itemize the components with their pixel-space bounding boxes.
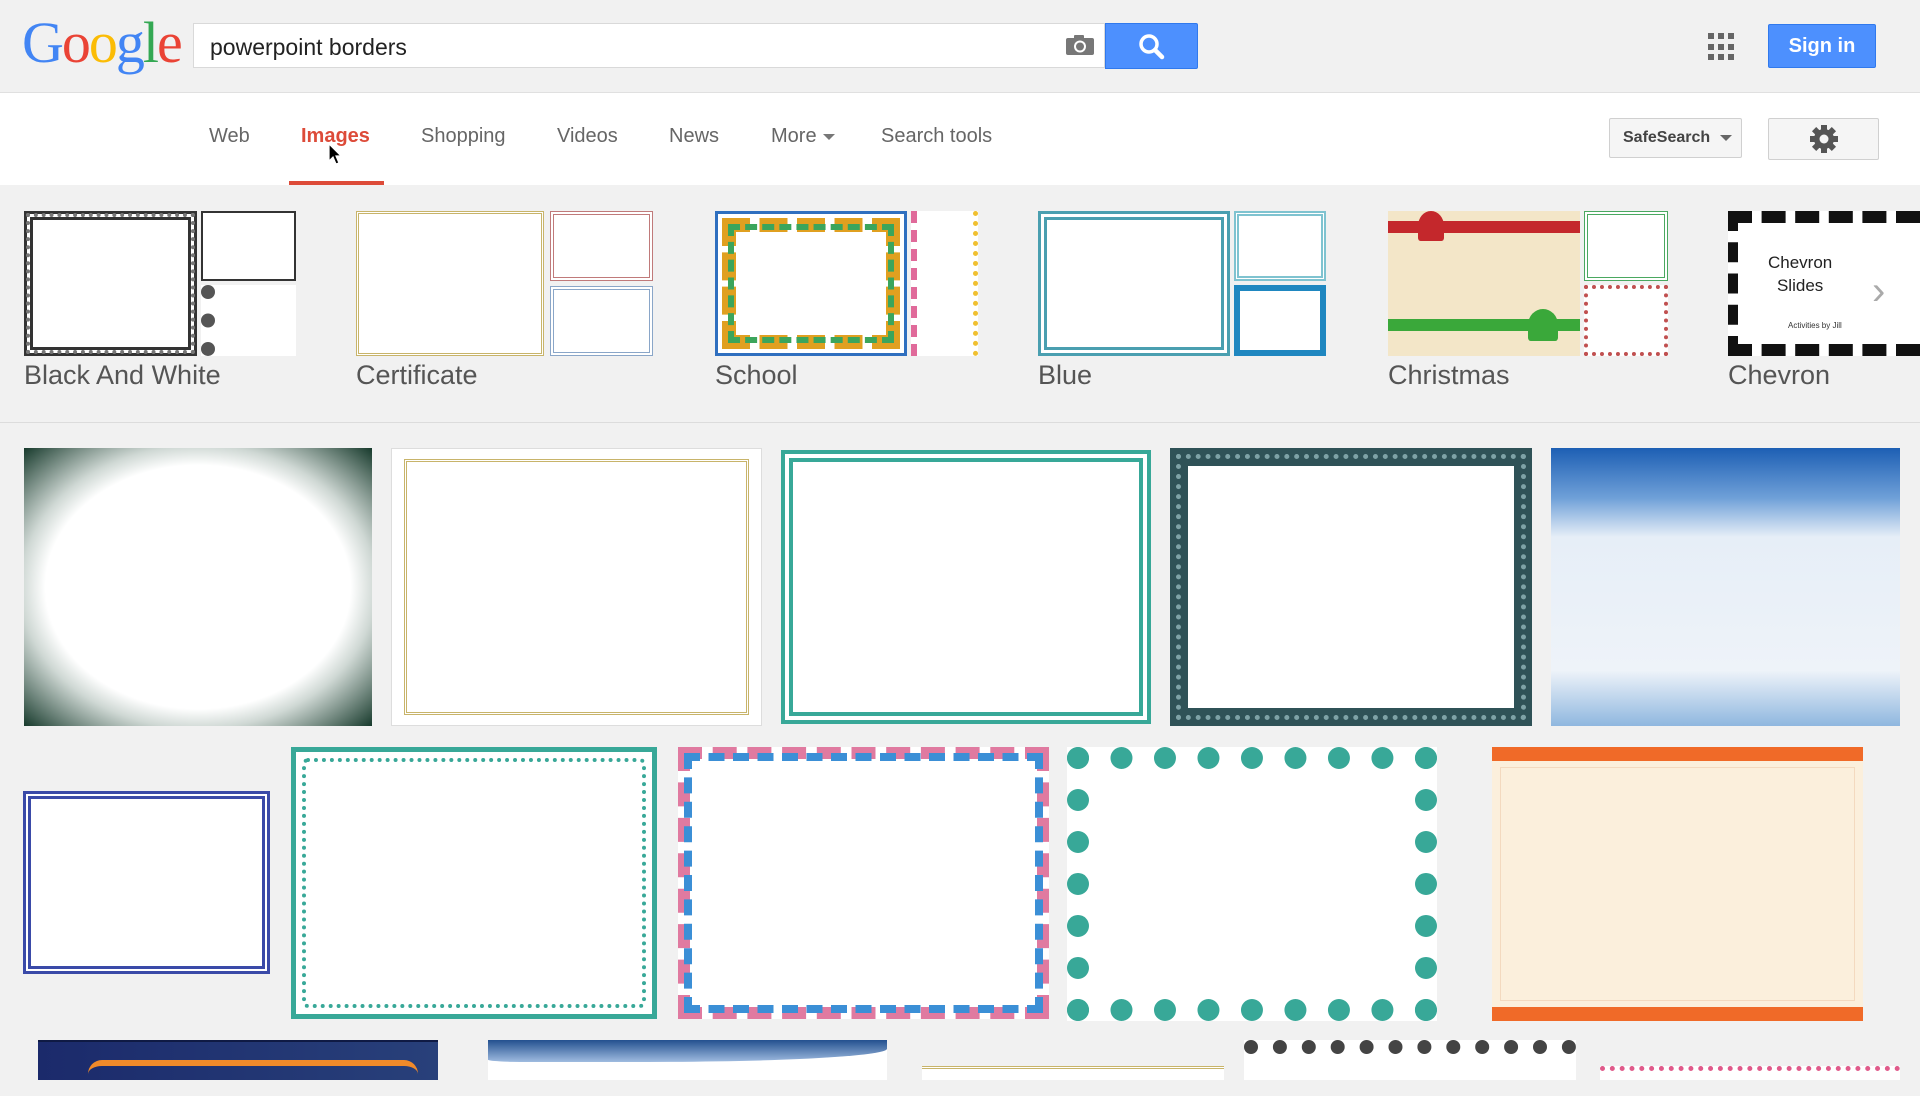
image-result[interactable] [922, 1066, 1224, 1080]
related-searches-strip: Black And White Certificate School Blue [0, 186, 1920, 423]
image-result[interactable] [24, 448, 372, 726]
image-result[interactable] [23, 791, 270, 974]
mouse-cursor-icon [328, 143, 343, 165]
image-result[interactable] [391, 448, 762, 726]
image-result[interactable] [488, 1040, 887, 1080]
sign-in-button[interactable]: Sign in [1768, 24, 1876, 68]
tab-more[interactable]: More [771, 125, 835, 148]
image-result[interactable] [678, 747, 1049, 1019]
chevron-thumb-title: Chevron [1768, 253, 1833, 272]
image-result[interactable] [1244, 1040, 1576, 1080]
active-tab-indicator [289, 181, 384, 185]
related-item-label: Chevron [1728, 360, 1831, 390]
search-box[interactable] [193, 23, 1105, 68]
chevron-down-icon [822, 133, 835, 140]
safesearch-button[interactable]: SafeSearch [1609, 118, 1742, 158]
chevron-thumb-caption: Activities by Jill [1788, 321, 1842, 330]
search-tabs-bar: Web Images Shopping Videos News More Sea… [0, 93, 1920, 185]
image-result[interactable] [291, 747, 657, 1019]
image-result[interactable] [1067, 747, 1437, 1021]
image-result[interactable] [1551, 448, 1900, 726]
chevron-thumb-subtitle: Slides [1776, 276, 1824, 295]
chevron-down-icon [1719, 134, 1732, 141]
image-result[interactable] [1170, 448, 1532, 726]
tab-more-label: More [771, 125, 817, 147]
search-tools-button[interactable]: Search tools [881, 125, 992, 148]
chevron-right-icon[interactable]: › [1872, 269, 1885, 314]
safesearch-label: SafeSearch [1623, 129, 1711, 146]
camera-icon[interactable] [1065, 34, 1095, 56]
tab-web[interactable]: Web [209, 125, 250, 148]
tab-videos[interactable]: Videos [557, 125, 618, 148]
image-result[interactable] [781, 450, 1151, 724]
google-logo[interactable]: Google [22, 14, 183, 72]
settings-button[interactable] [1768, 118, 1879, 160]
related-item-label: Black And White [24, 360, 221, 390]
search-icon [1139, 34, 1165, 60]
related-item-label: Blue [1038, 360, 1093, 390]
apps-grid-icon[interactable] [1708, 33, 1736, 61]
image-result[interactable] [1492, 747, 1863, 1021]
tab-news[interactable]: News [669, 125, 719, 148]
gear-icon [1810, 125, 1838, 153]
top-header: Google Sign in [0, 0, 1920, 93]
related-item-label: School [715, 360, 798, 390]
search-input[interactable] [208, 32, 1032, 62]
image-result[interactable] [38, 1040, 438, 1080]
tab-shopping[interactable]: Shopping [421, 125, 506, 148]
search-button[interactable] [1105, 23, 1198, 69]
image-result[interactable] [1600, 1066, 1900, 1080]
related-item-label: Christmas [1388, 360, 1510, 390]
related-item-label: Certificate [356, 360, 478, 390]
